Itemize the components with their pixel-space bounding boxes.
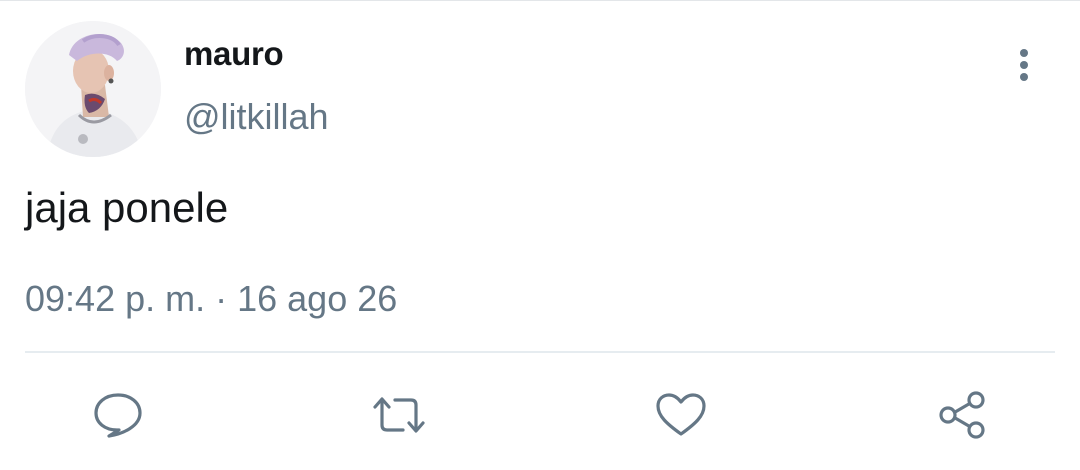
avatar[interactable] [25,21,161,157]
timestamp-separator: · [215,278,228,319]
retweet-button[interactable] [369,387,429,443]
divider [25,351,1055,353]
heart-icon [656,393,706,436]
tweet-card: mauro @litkillah jaja ponele 09:42 p. m.… [0,0,1080,470]
tweet-text: jaja ponele [25,184,229,231]
reply-icon [94,393,142,438]
user-handle[interactable]: @litkillah [184,96,329,138]
like-button[interactable] [651,387,711,443]
share-button[interactable] [932,387,992,443]
share-icon [939,391,985,439]
retweet-icon [373,397,425,433]
profile-photo [25,21,161,157]
display-name[interactable]: mauro [184,35,284,73]
more-options-button[interactable] [1000,41,1048,89]
tweet-time: 09:42 p. m. [25,278,206,319]
tweet-date: 16 ago 26 [237,278,398,319]
more-vertical-icon [1020,49,1028,81]
tweet-timestamp[interactable]: 09:42 p. m. · 16 ago 26 [25,278,397,320]
reply-button[interactable] [88,387,148,443]
